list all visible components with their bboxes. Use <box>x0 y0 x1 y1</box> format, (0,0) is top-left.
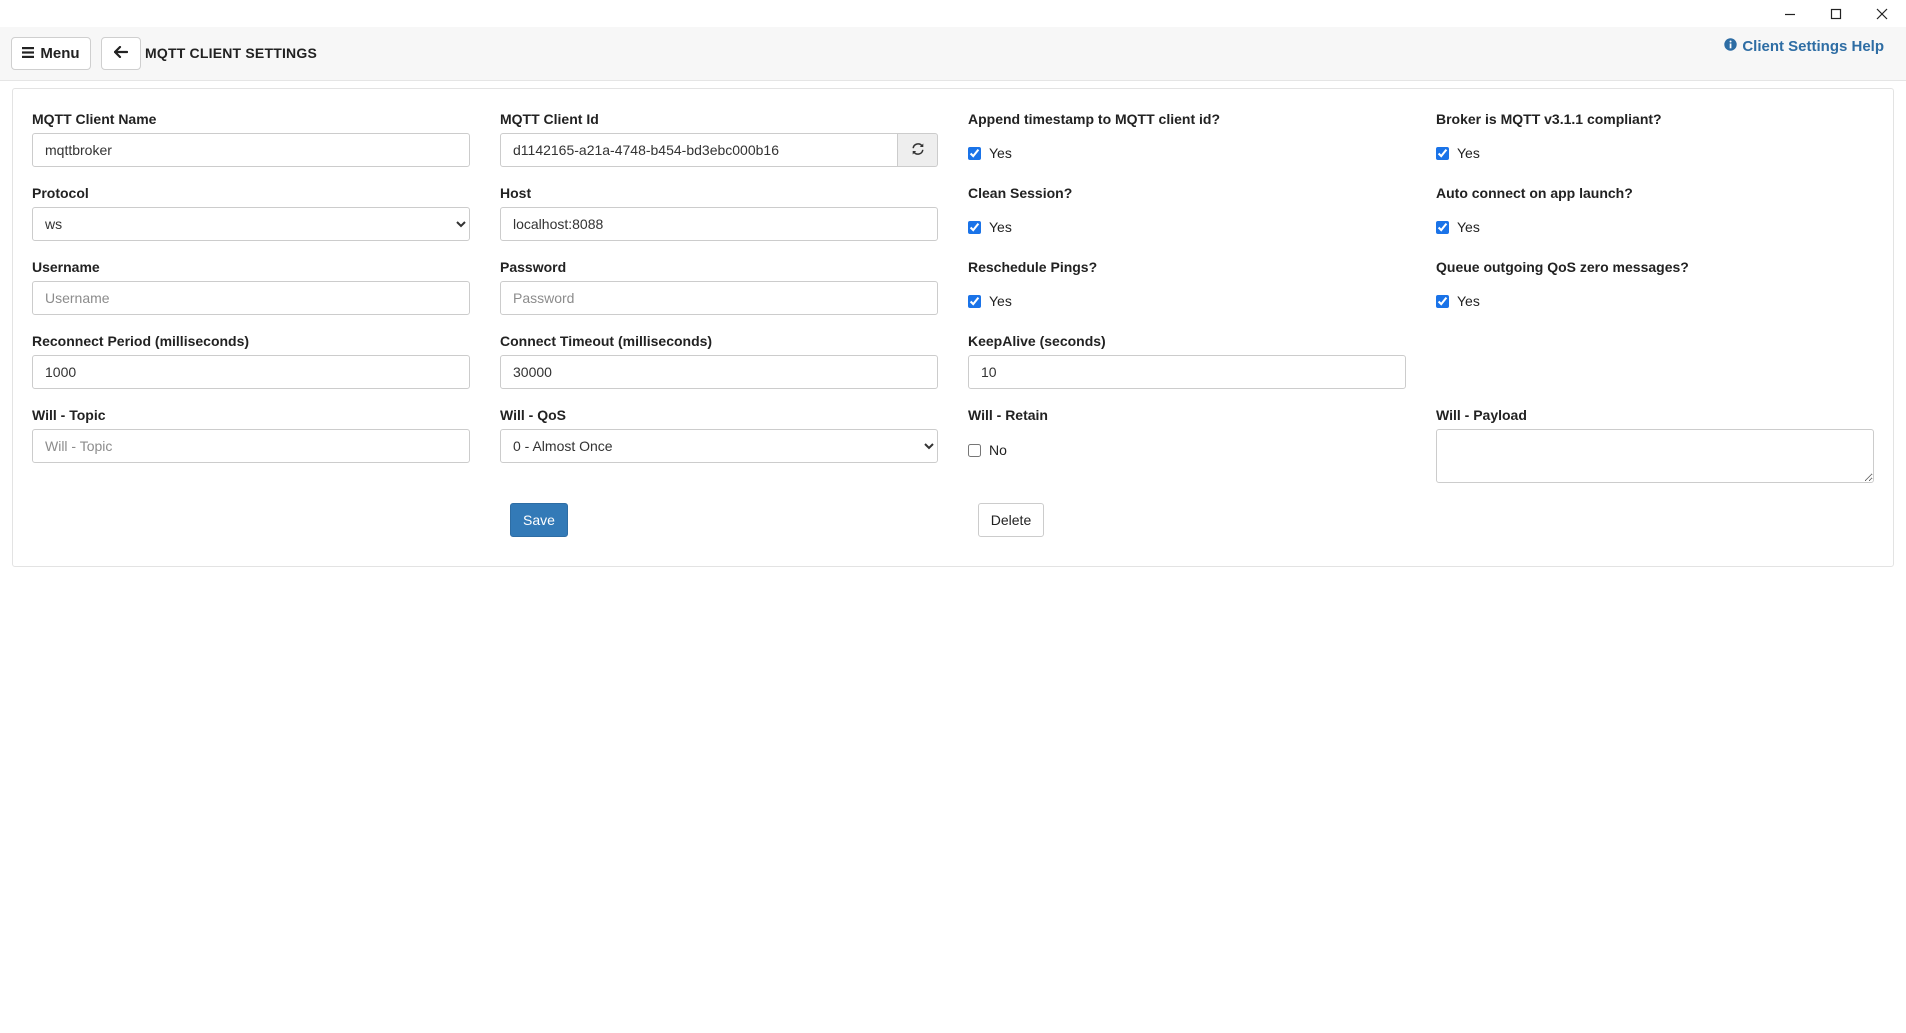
save-button[interactable]: Save <box>510 503 568 537</box>
hamburger-icon <box>22 45 35 62</box>
will-retain-checkbox[interactable]: No <box>968 442 1007 458</box>
protocol-label: Protocol <box>32 185 89 201</box>
host-label: Host <box>500 185 532 201</box>
keepalive-label: KeepAlive (seconds) <box>968 333 1106 349</box>
queue-qos-zero-check[interactable] <box>1436 294 1449 308</box>
clean-session-checkbox[interactable]: Yes <box>968 219 1012 235</box>
clean-session-label: Clean Session? <box>968 185 1073 201</box>
password-label: Password <box>500 259 567 275</box>
regenerate-client-id-button[interactable] <box>898 133 938 167</box>
broker-compliant-option: Yes <box>1457 145 1480 161</box>
client-id-input[interactable] <box>500 133 898 167</box>
host-input[interactable] <box>500 207 938 241</box>
auto-connect-label: Auto connect on app launch? <box>1436 185 1633 201</box>
info-circle-icon <box>1724 38 1738 55</box>
append-timestamp-checkbox[interactable]: Yes <box>968 145 1012 161</box>
auto-connect-checkbox[interactable]: Yes <box>1436 219 1480 235</box>
page-title: MQTT CLIENT SETTINGS <box>145 45 317 61</box>
window-titlebar <box>0 0 1906 27</box>
top-navbar: Menu MQTT CLIENT SETTINGS Client Setting… <box>0 27 1906 81</box>
will-retain-label: Will - Retain <box>968 407 1048 423</box>
will-qos-select[interactable]: 0 - Almost Once <box>500 429 938 463</box>
auto-connect-check[interactable] <box>1436 220 1449 234</box>
will-retain-check[interactable] <box>968 443 981 457</box>
client-id-label: MQTT Client Id <box>500 111 599 127</box>
connect-timeout-input[interactable] <box>500 355 938 389</box>
client-name-input[interactable] <box>32 133 470 167</box>
delete-button[interactable]: Delete <box>978 503 1044 537</box>
will-qos-label: Will - QoS <box>500 407 566 423</box>
will-topic-input[interactable] <box>32 429 470 463</box>
client-settings-help-link[interactable]: Client Settings Help <box>1724 38 1884 55</box>
reschedule-pings-label: Reschedule Pings? <box>968 259 1098 275</box>
queue-qos-zero-checkbox[interactable]: Yes <box>1436 293 1480 309</box>
auto-connect-option: Yes <box>1457 219 1480 235</box>
reconnect-period-label: Reconnect Period (milliseconds) <box>32 333 250 349</box>
connect-timeout-label: Connect Timeout (milliseconds) <box>500 333 713 349</box>
will-payload-label: Will - Payload <box>1436 407 1527 423</box>
append-timestamp-label: Append timestamp to MQTT client id? <box>968 111 1220 127</box>
append-timestamp-option: Yes <box>989 145 1012 161</box>
menu-label: Menu <box>40 45 80 62</box>
append-timestamp-check[interactable] <box>968 146 981 160</box>
reschedule-pings-check[interactable] <box>968 294 981 308</box>
reschedule-pings-option: Yes <box>989 293 1012 309</box>
protocol-select[interactable]: ws <box>32 207 470 241</box>
username-label: Username <box>32 259 100 275</box>
password-input[interactable] <box>500 281 938 315</box>
broker-compliant-label: Broker is MQTT v3.1.1 compliant? <box>1436 111 1662 127</box>
keepalive-input[interactable] <box>968 355 1406 389</box>
help-link-label: Client Settings Help <box>1742 38 1884 55</box>
minimize-icon[interactable] <box>1767 0 1813 27</box>
client-name-label: MQTT Client Name <box>32 111 157 127</box>
queue-qos-zero-option: Yes <box>1457 293 1480 309</box>
queue-qos-zero-label: Queue outgoing QoS zero messages? <box>1436 259 1689 275</box>
close-icon[interactable] <box>1859 0 1905 27</box>
will-payload-textarea[interactable] <box>1436 429 1874 483</box>
clean-session-check[interactable] <box>968 220 981 234</box>
will-retain-option: No <box>989 442 1007 458</box>
arrow-left-icon <box>113 45 129 62</box>
back-button[interactable] <box>101 37 141 70</box>
clean-session-option: Yes <box>989 219 1012 235</box>
refresh-icon <box>911 142 925 159</box>
username-input[interactable] <box>32 281 470 315</box>
reschedule-pings-checkbox[interactable]: Yes <box>968 293 1012 309</box>
broker-compliant-checkbox[interactable]: Yes <box>1436 145 1480 161</box>
will-topic-label: Will - Topic <box>32 407 106 423</box>
broker-compliant-check[interactable] <box>1436 146 1449 160</box>
menu-button[interactable]: Menu <box>11 37 91 70</box>
maximize-icon[interactable] <box>1813 0 1859 27</box>
reconnect-period-input[interactable] <box>32 355 470 389</box>
